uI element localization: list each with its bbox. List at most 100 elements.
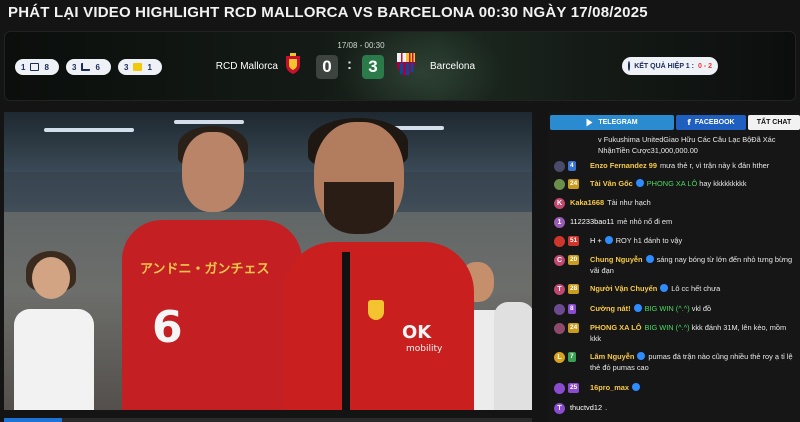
avatar[interactable] [554, 236, 565, 247]
avatar[interactable] [554, 161, 565, 172]
chat-tag: BIG WIN (^.^) [644, 323, 692, 332]
verified-icon [645, 255, 654, 263]
player-bearded: OK mobility [284, 118, 474, 410]
yellow-card-icon [133, 63, 143, 71]
stat-right-value: 6 [95, 62, 100, 72]
away-score: 3 [362, 55, 384, 79]
stat-right-value: 8 [44, 62, 49, 72]
chat-username[interactable]: H + [590, 236, 602, 245]
chat-username[interactable]: Chung Nguyễn [590, 255, 643, 264]
chat-message-body: 112233bao11 mẻ nhỏ nổ đi em [570, 216, 798, 227]
player-number-6: アンドニ・ガンチェス 6 [122, 126, 302, 410]
tab-label: TELEGRAM [598, 119, 638, 126]
avatar[interactable]: 1 [554, 217, 565, 228]
avatar[interactable]: C [554, 255, 565, 266]
ceiling-light [44, 128, 134, 132]
chat-message-text: mưa thẻ r, vì trận này k đản hther [659, 161, 770, 170]
avatar[interactable]: T [554, 284, 565, 295]
jersey-number: 6 [152, 302, 183, 353]
jersey-sponsor-sub: mobility [406, 344, 443, 354]
chat-message: 1 112233bao11 mẻ nhỏ nổ đi em [554, 216, 798, 234]
chat-message: 51 H + ROY h1 đánh to vậy [554, 235, 798, 253]
chat-username[interactable]: PHONG XA LÔ [590, 323, 641, 332]
tab-label: FACEBOOK [694, 119, 735, 126]
chat-username[interactable]: Tài Vân Gốc [590, 179, 633, 188]
chat-message-body: thuctvd12. [570, 402, 798, 413]
verified-icon [604, 236, 613, 244]
chat-message: Tthuctvd12. [554, 402, 798, 420]
verified-icon [635, 179, 644, 187]
avatar[interactable] [554, 323, 565, 334]
video-player[interactable]: アンドニ・ガンチェス 6 OK mobility [4, 112, 532, 410]
chat-tag: BIG WIN (^.^) [644, 304, 692, 313]
avatar[interactable] [554, 304, 565, 315]
chat-message-list[interactable]: v Fukushima UnitedGiao Hữu Các Câu Lạc B… [548, 132, 800, 422]
avatar[interactable]: K [554, 198, 565, 209]
page-title: PHÁT LẠI VIDEO HIGHLIGHT RCD MALLORCA VS… [8, 4, 648, 21]
level-badge: 28 [568, 284, 580, 294]
chat-message: 24 Tài Vân Gốc PHONG XA LÔ hay kkkkkkkkk [554, 178, 798, 196]
stat-pill-cards: 3 1 [118, 59, 162, 75]
avatar[interactable]: T [554, 403, 565, 414]
home-team-name[interactable]: RCD Mallorca [205, 61, 278, 72]
page: PHÁT LẠI VIDEO HIGHLIGHT RCD MALLORCA VS… [0, 0, 800, 422]
jersey-sponsor-logo: OK [402, 322, 432, 343]
jersey-sponsor-text: アンドニ・ガンチェス [140, 262, 270, 277]
verified-icon [660, 284, 669, 292]
child-figure [14, 251, 94, 410]
level-badge: 24 [568, 323, 580, 333]
chat-username[interactable]: 16pro_max [590, 383, 629, 392]
avatar[interactable] [554, 179, 565, 190]
chat-username[interactable]: thuctvd12 [570, 403, 602, 412]
level-badge: 25 [568, 383, 580, 393]
stat-pill-corners: 3 6 [66, 59, 111, 75]
chat-message-text: . [605, 403, 608, 412]
tab-all-chat[interactable]: TẤT CHAT [748, 115, 800, 130]
facebook-icon: f [687, 118, 691, 127]
score-separator: : [347, 56, 352, 73]
stat-left-value: 3 [72, 62, 77, 72]
chat-username[interactable]: Lâm Nguyễn [590, 352, 634, 361]
chat-message-body: Chung Nguyễn sáng nay bóng từ lớn đến nhỏ… [590, 254, 798, 276]
level-badge: 8 [568, 304, 576, 314]
away-team-name[interactable]: Barcelona [430, 61, 475, 72]
chat-username[interactable]: Kaka1668 [570, 198, 604, 207]
half-time-result: KẾT QUẢ HIỆP 1 : 0 - 2 [622, 57, 718, 75]
boot-icon [81, 63, 91, 71]
video-progress-bar[interactable] [4, 418, 532, 422]
mallorca-crest-icon [286, 53, 300, 74]
chat-message-body: Kaka1668 Tài như hạch [570, 197, 798, 208]
half-result-score: 0 - 2 [697, 62, 712, 70]
chat-username[interactable]: 112233bao11 [570, 217, 614, 226]
barcelona-crest-icon [397, 53, 415, 76]
chat-message: T 28 Người Vận Chuyển Lô cc hết chưa [554, 283, 798, 301]
half-result-label: KẾT QUẢ HIỆP 1 : [634, 62, 694, 70]
ceiling-light [174, 120, 244, 124]
avatar[interactable]: L [554, 352, 565, 363]
chat-username[interactable]: Enzo Fernandez 99 [590, 161, 657, 170]
stat-pill-goals: 1 8 [15, 59, 59, 75]
chat-message: 4 Enzo Fernandez 99 mưa thẻ r, vì trận này… [554, 160, 798, 178]
chat-message: 8 Cường nát! BIG WIN (^.^) vkl đồ [554, 303, 798, 321]
chat-message-text: vkl đồ [691, 304, 712, 313]
avatar[interactable] [554, 383, 565, 394]
chat-message-text: Lô cc hết chưa [671, 284, 721, 293]
match-datetime: 17/08 - 00:30 [337, 41, 385, 50]
stat-left-value: 3 [124, 62, 129, 72]
tab-facebook[interactable]: f FACEBOOK [676, 115, 746, 130]
chat-message-text: Tài như hạch [607, 198, 651, 207]
chat-message-body: H + ROY h1 đánh to vậy [590, 235, 798, 246]
telegram-icon [586, 118, 594, 127]
level-badge: 4 [568, 161, 576, 171]
chat-message-body: Tài Vân Gốc PHONG XA LÔ hay kkkkkkkkk [590, 178, 798, 189]
tab-label: TẤT CHAT [756, 119, 792, 126]
stat-left-value: 1 [21, 62, 26, 72]
verified-icon [633, 304, 642, 312]
verified-icon [632, 383, 641, 391]
chat-message: K Kaka1668 Tài như hạch [554, 197, 798, 215]
verified-icon [637, 352, 646, 360]
chat-username[interactable]: Người Vận Chuyển [590, 284, 657, 293]
chat-username[interactable]: Cường nát! [590, 304, 631, 313]
chat-message-text: hay kkkkkkkkk [699, 179, 747, 188]
tab-telegram[interactable]: TELEGRAM [550, 115, 674, 130]
